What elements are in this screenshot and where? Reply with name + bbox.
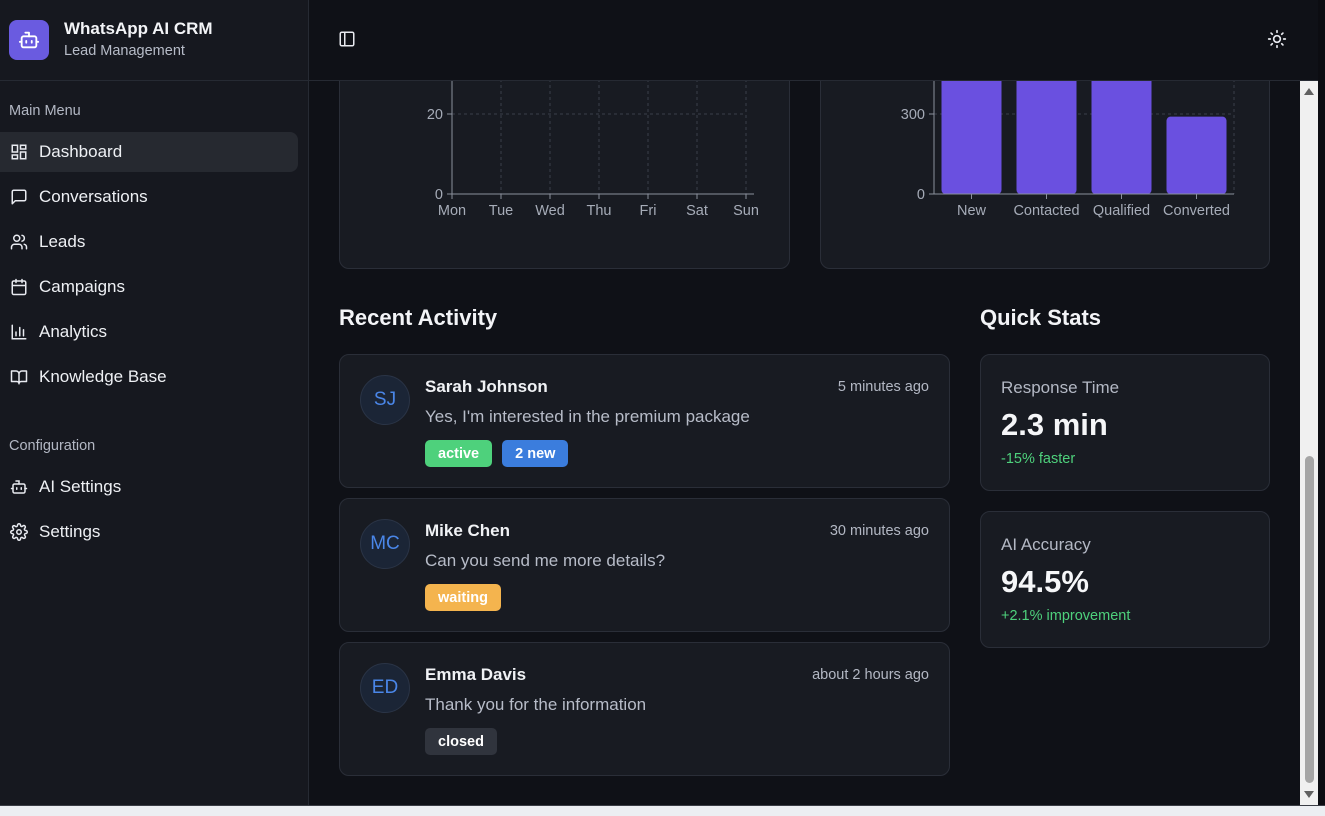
contact-name: Sarah Johnson [425,377,548,396]
dashboard-icon [11,144,27,160]
sidebar-item-leads[interactable]: Leads [0,222,298,262]
y-tick-label: 300 [901,107,925,123]
contact-name: Mike Chen [425,521,511,540]
app-title: WhatsApp AI CRM [64,19,213,38]
sidebar-item-campaigns[interactable]: Campaigns [0,267,298,307]
gear-icon [10,523,28,541]
sidebar: WhatsApp AI CRM Lead Management Main Men… [0,0,309,805]
x-tick-label: Fri [640,203,657,219]
bar-contacted [1016,74,1077,194]
status-badge: waiting [425,584,501,611]
bar-converted [1166,116,1227,194]
message-preview: Yes, I'm interested in the premium packa… [425,407,750,426]
x-tick-label: Contacted [1013,203,1079,219]
stat-delta: +2.1% improvement [1001,608,1131,624]
y-tick-label: 20 [427,107,443,123]
bar-new [941,74,1002,194]
stat-card-ai-accuracy: AI Accuracy 94.5% +2.1% improvement [980,511,1270,648]
timestamp: 5 minutes ago [837,379,929,395]
avatar: ED [360,663,410,713]
sidebar-item-knowledge-base[interactable]: Knowledge Base [0,357,298,397]
stat-value: 94.5% [1001,564,1089,599]
bar-chart-icon [11,324,27,340]
sun-icon[interactable] [1267,29,1287,49]
status-badge: active [425,440,493,467]
message-icon [11,189,27,205]
configuration-label: Configuration [9,438,96,454]
scrollbar-thumb[interactable] [1305,456,1314,783]
book-icon [10,370,28,385]
sidebar-item-label: AI Settings [39,477,122,496]
x-tick-label: Wed [535,203,565,219]
sidebar-item-ai-settings[interactable]: AI Settings [0,467,298,507]
sidebar-item-label: Dashboard [39,142,123,161]
x-tick-label: Tue [489,203,513,219]
bot-icon [10,480,28,494]
status-badge: closed [425,728,497,755]
timestamp: 30 minutes ago [829,523,929,539]
stat-label: AI Accuracy [1001,535,1091,554]
sidebar-item-dashboard[interactable]: Dashboard [0,132,298,172]
top-bar [309,0,1325,81]
sidebar-item-label: Campaigns [39,277,125,296]
bar-qualified [1091,74,1152,194]
sidebar-item-analytics[interactable]: Analytics [0,312,298,352]
stat-delta: -15% faster [1001,451,1076,467]
stat-label: Response Time [1001,378,1120,397]
timestamp: about 2 hours ago [812,667,929,683]
message-preview: Can you send me more details? [425,551,666,570]
window-bottom-edge [0,805,1325,816]
window-edge [1318,0,1325,816]
sidebar-item-conversations[interactable]: Conversations [0,177,298,217]
y-tick-label: 0 [435,187,443,203]
main-menu-label: Main Menu [9,103,81,119]
scroll-down-arrow-icon[interactable] [1302,790,1316,800]
sidebar-item-label: Knowledge Base [39,367,167,386]
unread-badge: 2 new [502,440,569,467]
bot-logo-icon [9,20,49,60]
x-tick-label: Sun [733,203,759,219]
sidebar-item-label: Conversations [39,187,148,206]
x-tick-label: Qualified [1093,203,1150,219]
avatar: MC [360,519,410,569]
brand[interactable]: WhatsApp AI CRM Lead Management [0,0,308,81]
x-tick-label: Sat [686,203,708,219]
app-subtitle: Lead Management [64,43,185,59]
x-tick-label: Converted [1163,203,1230,219]
activity-item[interactable]: ED Emma Davis about 2 hours ago Thank yo… [339,642,950,776]
activity-item[interactable]: SJ Sarah Johnson 5 minutes ago Yes, I'm … [339,354,950,488]
sidebar-item-label: Settings [39,522,101,541]
y-tick-label: 0 [917,187,925,203]
stat-card-response-time: Response Time 2.3 min -15% faster [980,354,1270,491]
activity-item[interactable]: MC Mike Chen 30 minutes ago Can you send… [339,498,950,632]
scroll-up-arrow-icon[interactable] [1302,86,1316,96]
x-tick-label: Mon [438,203,466,219]
quick-stats-title: Quick Stats [980,305,1102,330]
sidebar-item-label: Analytics [39,322,108,341]
sidebar-toggle-icon[interactable] [338,30,356,48]
message-preview: Thank you for the information [425,695,647,714]
x-tick-label: Thu [587,203,612,219]
x-tick-label: New [957,203,987,219]
users-icon [10,234,28,250]
sidebar-item-settings[interactable]: Settings [0,512,298,552]
stat-value: 2.3 min [1001,407,1108,442]
recent-activity-title: Recent Activity [339,305,498,330]
calendar-icon [11,278,27,296]
avatar: SJ [360,375,410,425]
contact-name: Emma Davis [425,665,527,684]
sidebar-item-label: Leads [39,232,86,251]
